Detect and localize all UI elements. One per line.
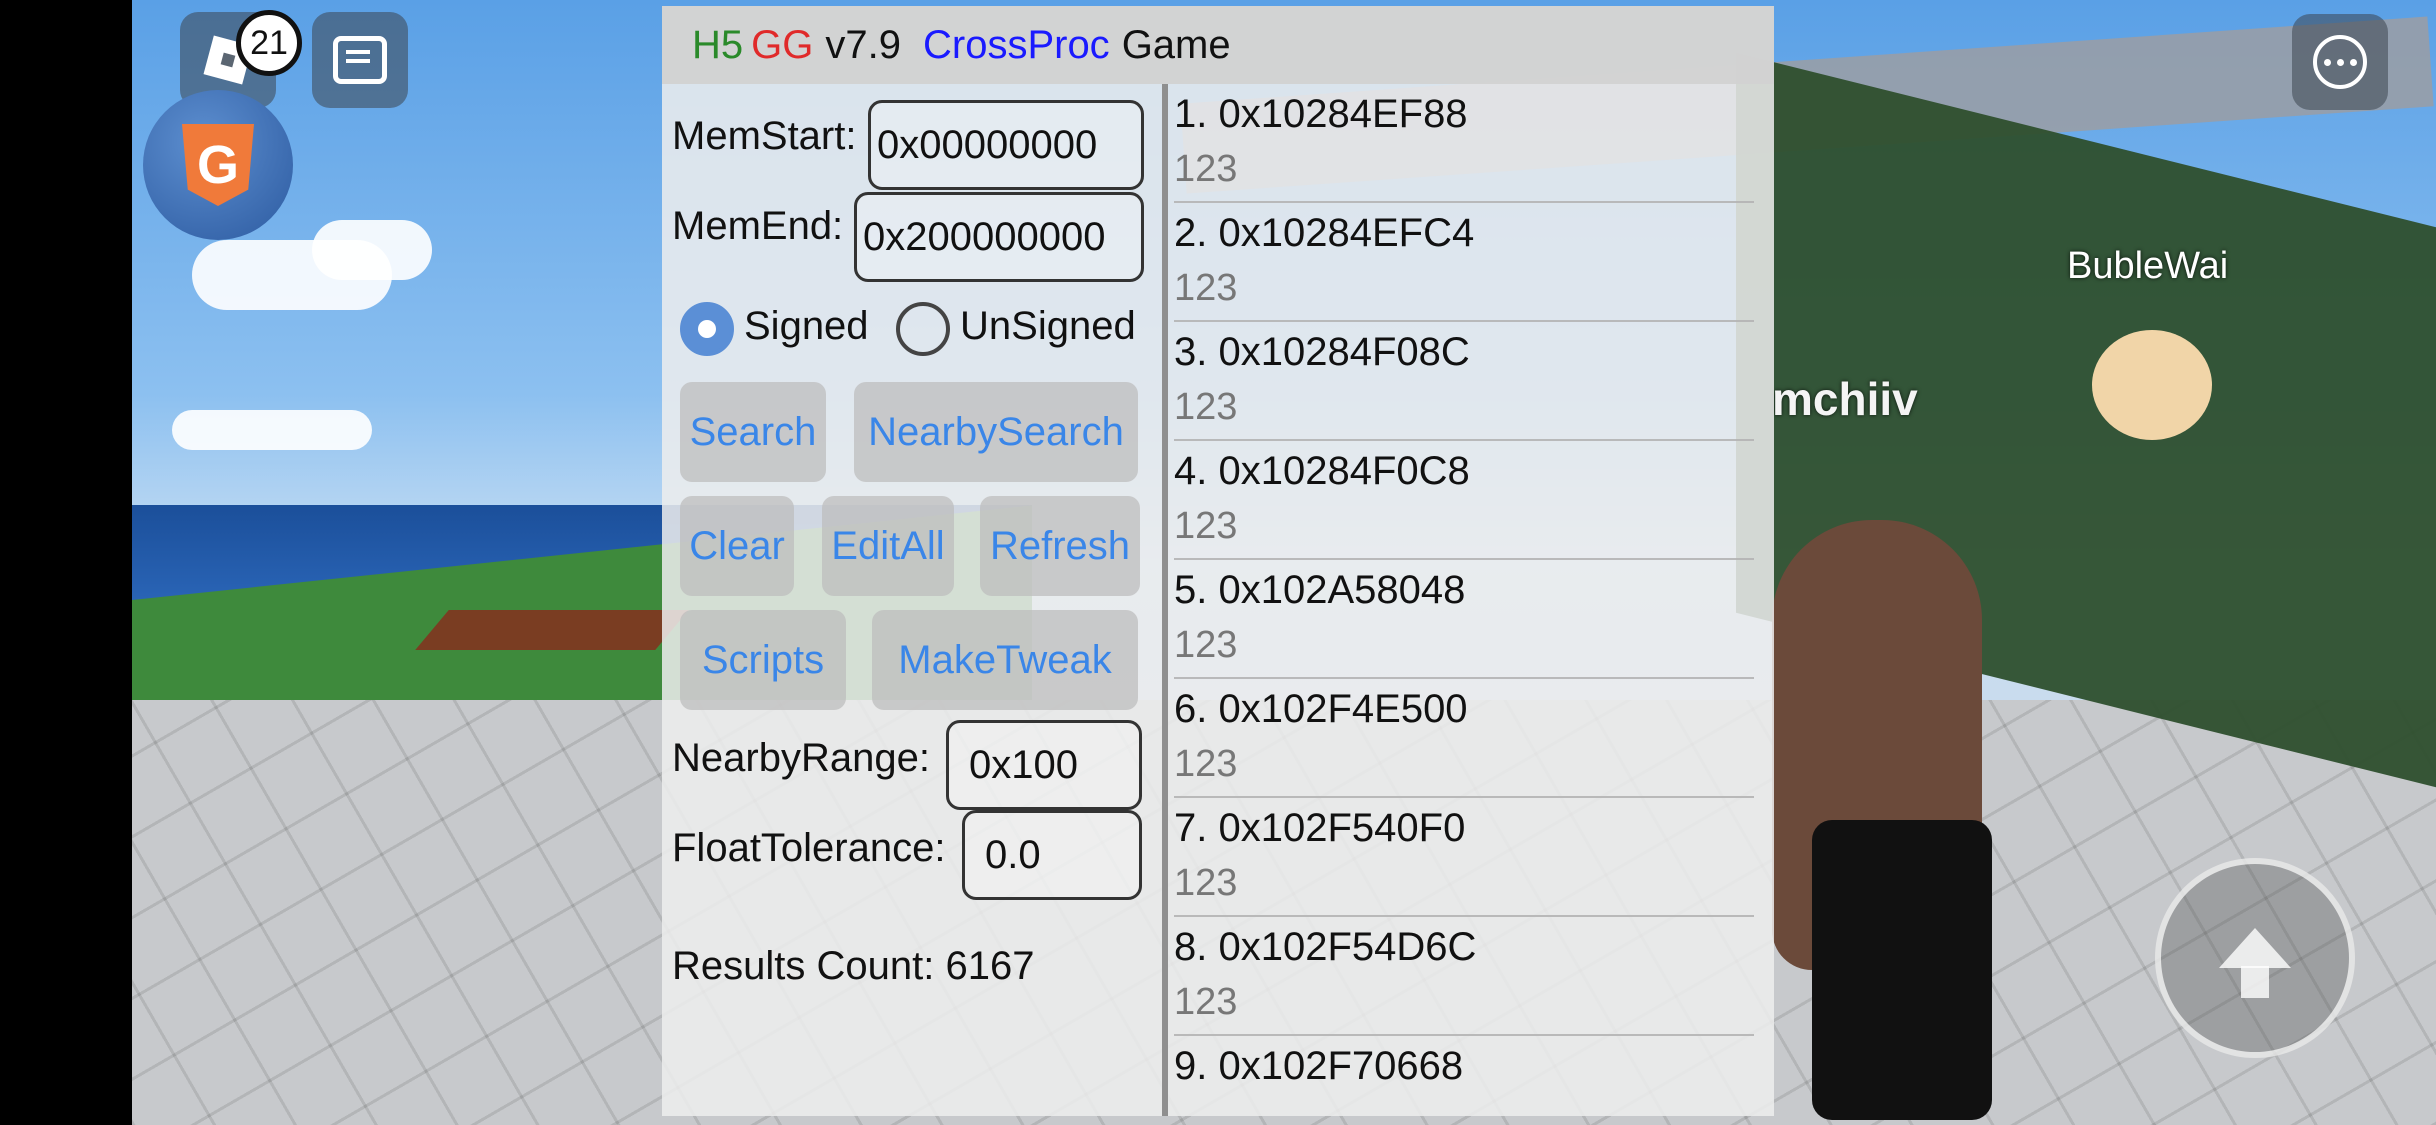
- memstart-input[interactable]: 0x00000000: [868, 100, 1144, 190]
- result-value: 123: [1174, 267, 1238, 309]
- result-item[interactable]: 5. 0x102A58048 123: [1174, 560, 1754, 679]
- panel-title-bar[interactable]: H5 GG v7.9 CrossProc Game: [662, 6, 1774, 84]
- result-item[interactable]: 9. 0x102F70668: [1174, 1036, 1754, 1116]
- cloud: [312, 220, 432, 280]
- result-address: 3. 0x10284F08C: [1174, 330, 1470, 374]
- refresh-button[interactable]: Refresh: [980, 496, 1140, 596]
- result-value: 123: [1174, 386, 1238, 428]
- result-item[interactable]: 3. 0x10284F08C 123: [1174, 322, 1754, 441]
- nearby-range-label: NearbyRange:: [672, 736, 930, 780]
- memend-label: MemEnd:: [672, 204, 844, 248]
- result-item[interactable]: 8. 0x102F54D6C 123: [1174, 917, 1754, 1036]
- result-value: 123: [1174, 981, 1238, 1023]
- signed-radio[interactable]: [680, 302, 734, 356]
- result-value: 123: [1174, 862, 1238, 904]
- player-name-tag: mchiiv: [1772, 373, 1918, 425]
- more-options-icon: [2313, 35, 2367, 89]
- float-tolerance-input[interactable]: 0.0: [962, 810, 1142, 900]
- result-address: 7. 0x102F540F0: [1174, 806, 1466, 850]
- jump-button[interactable]: [2155, 858, 2355, 1058]
- scripts-button[interactable]: Scripts: [680, 610, 846, 710]
- result-address: 4. 0x10284F0C8: [1174, 449, 1470, 493]
- make-tweak-button[interactable]: MakeTweak: [872, 610, 1138, 710]
- nearby-range-input[interactable]: 0x100: [946, 720, 1142, 810]
- h5gg-float-button[interactable]: G: [143, 90, 293, 240]
- nearby-search-button[interactable]: NearbySearch: [854, 382, 1138, 482]
- player-name-tag: BubleWai: [2067, 245, 2229, 287]
- result-item[interactable]: 1. 0x10284EF88 123: [1174, 84, 1754, 203]
- jump-icon: [2219, 928, 2291, 998]
- result-address: 2. 0x10284EFC4: [1174, 211, 1475, 255]
- dirt-strip: [415, 610, 689, 650]
- more-options-button[interactable]: [2292, 14, 2388, 110]
- result-address: 8. 0x102F54D6C: [1174, 925, 1477, 969]
- chat-button[interactable]: [312, 12, 408, 108]
- result-value: 123: [1174, 505, 1238, 547]
- result-address: 1. 0x10284EF88: [1174, 92, 1468, 136]
- title-gg: GG: [751, 22, 814, 67]
- title-version: v7.9: [825, 22, 901, 67]
- title-h5: H5: [692, 22, 744, 67]
- unsigned-radio[interactable]: [896, 302, 950, 356]
- h5gg-panel: H5 GG v7.9 CrossProc Game MemStart: 0x00…: [662, 6, 1774, 1116]
- cloud: [172, 410, 372, 450]
- result-value: 123: [1174, 148, 1238, 190]
- search-button[interactable]: Search: [680, 382, 826, 482]
- memstart-label: MemStart:: [672, 114, 857, 158]
- result-value: 123: [1174, 743, 1238, 785]
- title-crossproc: CrossProc: [922, 22, 1110, 67]
- edit-all-button[interactable]: EditAll: [822, 496, 954, 596]
- chat-icon: [333, 36, 387, 84]
- float-tolerance-label: FloatTolerance:: [672, 826, 946, 870]
- result-value: 123: [1174, 624, 1238, 666]
- chat-unread-badge: 21: [236, 10, 302, 76]
- result-address: 9. 0x102F70668: [1174, 1044, 1464, 1088]
- panel-divider: [1162, 84, 1168, 1116]
- results-count: Results Count: 6167: [672, 944, 1035, 988]
- player-character-body: [1812, 820, 1992, 1120]
- clear-button[interactable]: Clear: [680, 496, 794, 596]
- title-game: Game: [1121, 22, 1231, 67]
- results-list[interactable]: 1. 0x10284EF88 123 2. 0x10284EFC4 123 3. 0…: [1174, 84, 1754, 1116]
- h5gg-float-icon: G: [182, 124, 254, 206]
- result-item[interactable]: 6. 0x102F4E500 123: [1174, 679, 1754, 798]
- result-item[interactable]: 4. 0x10284F0C8 123: [1174, 441, 1754, 560]
- result-address: 5. 0x102A58048: [1174, 568, 1466, 612]
- result-address: 6. 0x102F4E500: [1174, 687, 1468, 731]
- result-item[interactable]: 2. 0x10284EFC4 123: [1174, 203, 1754, 322]
- result-item[interactable]: 7. 0x102F540F0 123: [1174, 798, 1754, 917]
- memend-input[interactable]: 0x200000000: [854, 192, 1144, 282]
- npc-character: [2092, 330, 2212, 440]
- search-controls: MemStart: 0x00000000 MemEnd: 0x200000000…: [662, 84, 1164, 1116]
- signed-label[interactable]: Signed: [744, 304, 869, 349]
- unsigned-label[interactable]: UnSigned: [960, 304, 1136, 349]
